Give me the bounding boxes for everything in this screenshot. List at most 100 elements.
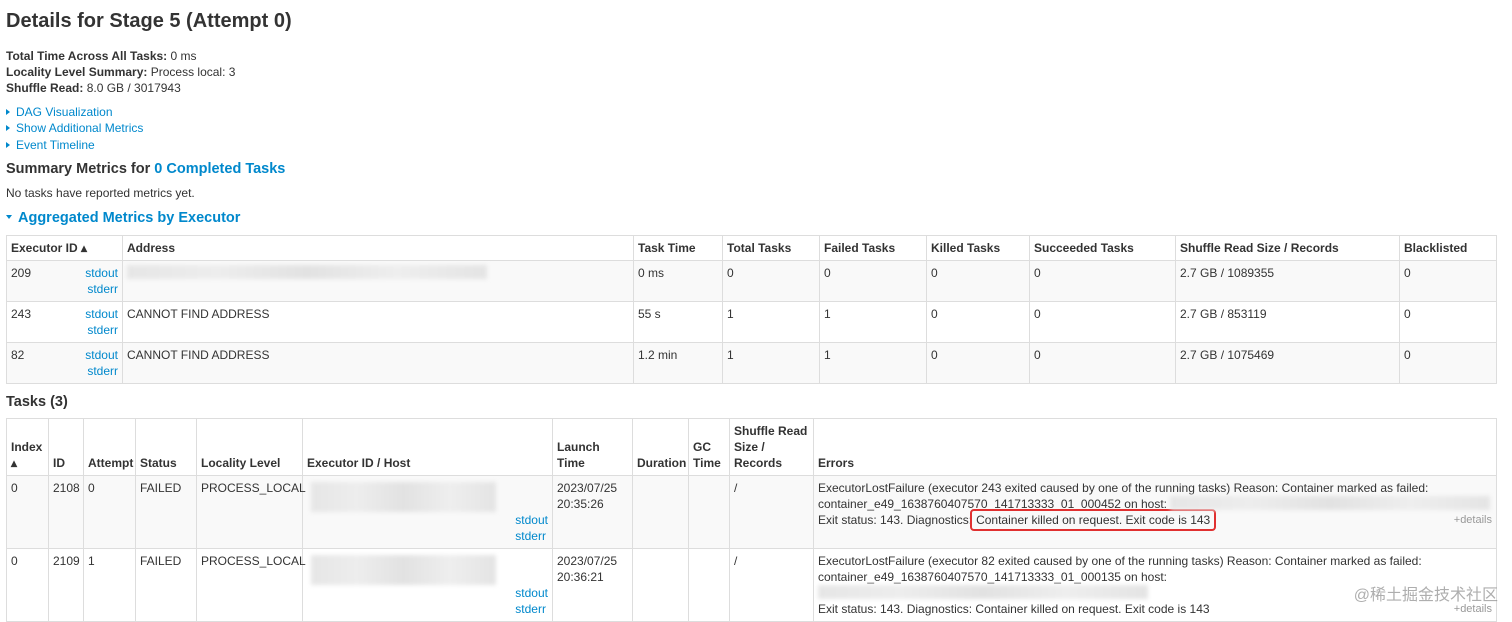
tasks-heading: Tasks (3) [6,394,68,410]
stdout-link[interactable]: stdout [85,348,118,362]
stderr-link[interactable]: stderr [87,282,118,296]
toggle-links: DAG Visualization Show Additional Metric… [6,104,143,153]
col-attempt[interactable]: Attempt [83,418,136,476]
stage-info: Total Time Across All Tasks: 0 ms Locali… [6,48,235,96]
task-id: 2108 [48,475,84,549]
address: CANNOT FIND ADDRESS [127,348,270,362]
task-index: 0 [6,475,49,549]
executor-row: 243 stdout stderr CANNOT FIND ADDRESS 55 s… [6,301,1497,343]
executor-host-cell: stdout stderr [302,475,553,549]
total-tasks: 1 [722,342,820,384]
no-metrics-note: No tasks have reported metrics yet. [6,186,195,200]
col-executor-id[interactable]: Executor ID ▴ [6,235,123,261]
col-task-time[interactable]: Task Time [633,235,723,261]
succeeded-tasks: 0 [1029,342,1176,384]
col-shuffle-read[interactable]: Shuffle Read Size / Records [1175,235,1400,261]
col-killed-tasks[interactable]: Killed Tasks [926,235,1030,261]
task-status: FAILED [135,475,197,549]
col-blacklisted[interactable]: Blacklisted [1399,235,1497,261]
executor-row: 209 stdout stderr 0 ms 0 0 0 0 2.7 GB / 10… [6,260,1497,302]
col-gc-time[interactable]: GC Time [688,418,730,476]
aggregated-metrics-heading[interactable]: Aggregated Metrics by Executor [6,210,240,226]
killed-tasks: 0 [926,342,1030,384]
failed-tasks: 0 [819,260,927,302]
task-time: 0 ms [633,260,723,302]
task-attempt: 1 [83,548,136,622]
details-toggle[interactable]: +details [1454,512,1492,528]
error-diagnostic: Container killed on request. Exit code i… [975,602,1210,616]
blurred-address [127,265,487,279]
summary-prefix: Summary Metrics for [6,161,155,177]
blurred-host [818,585,1148,599]
col-launch-time[interactable]: Launch Time [552,418,633,476]
col-status[interactable]: Status [135,418,197,476]
col-errors[interactable]: Errors [813,418,1497,476]
executor-id: 209 [11,266,32,280]
stderr-link[interactable]: stderr [515,529,546,543]
blacklisted: 0 [1399,260,1497,302]
task-attempt: 0 [83,475,136,549]
errors-cell: ExecutorLostFailure (executor 243 exited… [813,475,1497,549]
task-id: 2109 [48,548,84,622]
succeeded-tasks: 0 [1029,301,1176,343]
info-value: Process local: 3 [150,65,236,79]
additional-metrics-link[interactable]: Show Additional Metrics [16,121,143,135]
executor-id-cell: 209 stdout stderr [6,260,123,302]
address: CANNOT FIND ADDRESS [127,307,270,321]
stderr-link[interactable]: stderr [87,323,118,337]
event-timeline-link[interactable]: Event Timeline [16,138,95,152]
summary-metrics-heading: Summary Metrics for 0 Completed Tasks [6,161,285,177]
error-line: container_e49_1638760407570_141713333_01… [818,570,1168,584]
duration [632,475,689,549]
shuffle-read: 2.7 GB / 1089355 [1175,260,1400,302]
task-locality: PROCESS_LOCAL [196,475,306,549]
stdout-link[interactable]: stdout [85,307,118,321]
shuffle-read: / [729,548,814,622]
col-address[interactable]: Address [122,235,634,261]
info-value: 0 ms [170,49,197,63]
col-failed-tasks[interactable]: Failed Tasks [819,235,927,261]
shuffle-read: / [729,475,814,549]
gc-time [688,475,730,549]
col-index[interactable]: Index ▴ [6,418,49,476]
page-title: Details for Stage 5 (Attempt 0) [6,10,292,32]
stdout-link[interactable]: stdout [515,513,548,527]
aggregated-metrics-link[interactable]: Aggregated Metrics by Executor [18,210,240,226]
watermark: @稀土掘金技术社区 [1353,587,1498,604]
col-duration[interactable]: Duration [632,418,689,476]
error-line: ExecutorLostFailure (executor 82 exited … [818,554,1422,568]
dag-visualization-link[interactable]: DAG Visualization [16,105,113,119]
total-tasks: 0 [722,260,820,302]
completed-tasks-link[interactable]: 0 Completed Tasks [154,161,285,177]
task-row: 0 2108 0 FAILED PROCESS_LOCAL stdout stde… [6,475,1497,549]
gc-time [688,548,730,622]
stdout-link[interactable]: stdout [515,586,548,600]
col-succeeded-tasks[interactable]: Succeeded Tasks [1029,235,1176,261]
failed-tasks: 1 [819,301,927,343]
error-diagnostic: Container killed on request. Exit code i… [976,513,1211,527]
col-locality[interactable]: Locality Level [196,418,303,476]
highlight-box: Container killed on request. Exit code i… [970,509,1217,531]
executor-metrics-table: Executor ID ▴ Address Task Time Total Ta… [6,235,1497,384]
col-executor-host[interactable]: Executor ID / Host [302,418,553,476]
shuffle-read: 2.7 GB / 853119 [1175,301,1400,343]
killed-tasks: 0 [926,260,1030,302]
stderr-link[interactable]: stderr [87,364,118,378]
info-value: 8.0 GB / 3017943 [86,81,181,95]
col-total-tasks[interactable]: Total Tasks [722,235,820,261]
blurred-host [311,555,496,585]
triangle-right-icon [6,125,10,132]
col-shuffle-read[interactable]: Shuffle Read Size / Records [729,418,814,476]
stdout-link[interactable]: stdout [85,266,118,280]
killed-tasks: 0 [926,301,1030,343]
task-time: 1.2 min [633,342,723,384]
stderr-link[interactable]: stderr [515,602,546,616]
launch-time: 2023/07/25 20:35:26 [552,475,633,549]
info-label: Total Time Across All Tasks: [6,49,168,63]
total-tasks: 1 [722,301,820,343]
task-time: 55 s [633,301,723,343]
executor-id: 243 [11,307,32,321]
address-cell [122,260,634,302]
col-id[interactable]: ID [48,418,84,476]
executor-id-cell: 82 stdout stderr [6,342,123,384]
